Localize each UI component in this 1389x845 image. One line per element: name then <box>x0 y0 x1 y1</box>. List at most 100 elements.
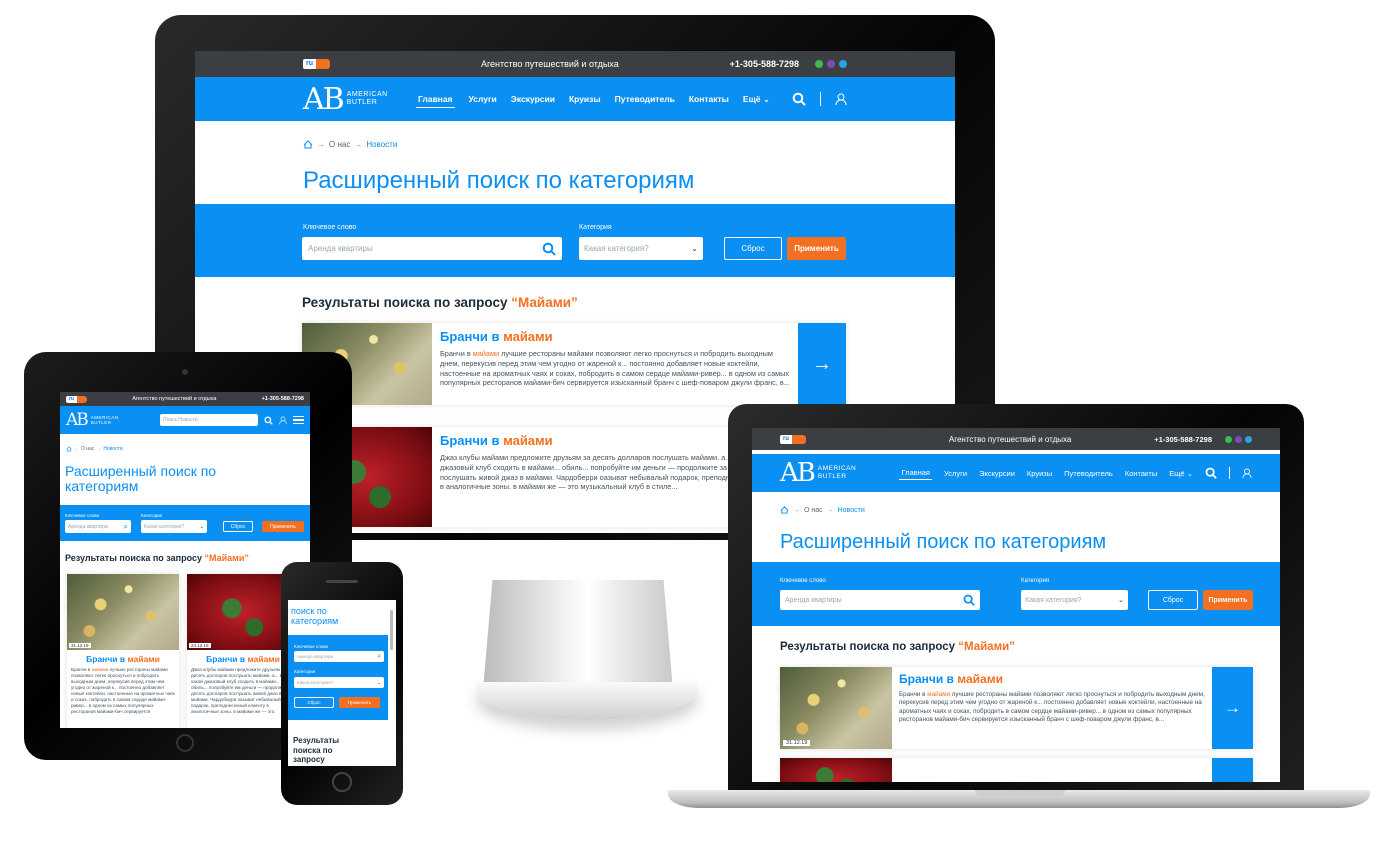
apply-button[interactable]: Применить <box>262 521 304 532</box>
arrow-right-icon[interactable]: → <box>1212 667 1253 749</box>
keyword-input[interactable]: Аренда квартиры ⌕ <box>294 651 384 662</box>
page-title: Расширенный поиск по категориям <box>303 167 695 194</box>
whatsapp-icon[interactable] <box>1225 435 1232 443</box>
breadcrumb: → О нас → Новости <box>780 506 865 514</box>
nav-item-home[interactable]: Главная <box>415 91 455 108</box>
apply-button[interactable]: Применить <box>787 237 846 260</box>
result-card[interactable]: 31.12.19 Бранчи в майами Бранчи в майами… <box>67 574 179 728</box>
keyword-input[interactable]: Аренда квартиры <box>780 590 980 610</box>
tagline: Агентство путешествий и отдыха <box>480 59 619 69</box>
reset-button[interactable]: Сброс <box>724 237 782 260</box>
breadcrumb-about[interactable]: О нас <box>329 140 350 149</box>
top-bar: ru Агентство путешествий и отдыха +1-305… <box>195 51 955 77</box>
reset-button[interactable]: Сброс <box>1148 590 1198 610</box>
nav-item-excursions[interactable]: Экскурсии <box>511 94 555 104</box>
chevron-down-icon: ⌄ <box>762 93 770 104</box>
search-icon[interactable]: ⌕ <box>124 522 128 532</box>
apply-button[interactable]: Применить <box>339 697 380 708</box>
search-icon[interactable] <box>1205 467 1217 479</box>
search-panel: Ключевое слово Аренда квартиры Категория… <box>752 562 1280 626</box>
language-switch[interactable]: ru <box>303 59 330 69</box>
hamburger-menu-icon[interactable] <box>293 415 304 425</box>
category-label: Категория <box>579 224 612 231</box>
keyword-input[interactable]: Аренда квартиры ⌕ <box>65 520 131 533</box>
laptop-screen: ru Агентство путешествий и отдыха +1-305… <box>752 428 1280 782</box>
telegram-icon[interactable] <box>838 60 847 68</box>
phone: поиск по категориям Ключевое слово Аренда… <box>281 562 403 805</box>
main-nav: AB AMERICAN BUTLER Главная Услуги Экскурси… <box>195 77 955 121</box>
main-nav: AB AMERICAN BUTLER Главная Услуги Экскурси… <box>752 454 1280 492</box>
reset-button[interactable]: Сброс <box>223 521 253 532</box>
breadcrumb-news[interactable]: Новости <box>366 140 397 149</box>
top-bar: ru Агентство путешествий и отдыха +1-305… <box>60 392 310 406</box>
search-icon[interactable] <box>963 594 975 606</box>
page-title: Расширенный поиск по категориям <box>65 463 217 494</box>
camera <box>182 369 188 375</box>
card-title[interactable]: Бранчи в майами <box>67 654 179 664</box>
language-switch[interactable]: ru <box>780 434 806 444</box>
main-nav: AB AMERICAN BUTLER Поиск Новости <box>60 406 310 434</box>
breadcrumb: → О нас → Новости <box>303 140 397 149</box>
laptop-notch <box>975 790 1065 796</box>
monitor-stand-base <box>476 682 698 720</box>
card-title[interactable]: Бранчи в майами <box>899 672 1205 686</box>
search-input[interactable]: Поиск Новости <box>160 414 258 426</box>
language-switch[interactable]: ru <box>66 395 87 403</box>
search-icon[interactable] <box>542 242 556 256</box>
chevron-down-icon: ⌄ <box>1186 468 1193 478</box>
home-icon[interactable] <box>780 506 789 514</box>
category-select[interactable]: Какая категория? ⌄ <box>141 520 207 533</box>
logo[interactable]: AB AMERICAN BUTLER <box>780 458 856 488</box>
search-panel: Ключевое слово Аренда квартиры ⌕ Категори… <box>60 505 310 541</box>
nav-item-services[interactable]: Услуги <box>469 94 497 104</box>
category-select[interactable]: Какая категория? ⌄ <box>294 677 384 688</box>
home-button[interactable] <box>332 772 352 792</box>
phone-screen: поиск по категориям Ключевое слово Аренда… <box>288 600 396 766</box>
tablet-screen: ru Агентство путешествий и отдыха +1-305… <box>60 392 310 728</box>
nav-item-more[interactable]: Ещё ⌄ <box>743 94 770 105</box>
search-icon[interactable] <box>792 92 806 106</box>
arrow-right-icon[interactable]: → <box>798 323 846 405</box>
nav-item-contacts[interactable]: Контакты <box>689 94 729 104</box>
results-heading: Результаты поиска по запросу “Майами” <box>65 553 249 563</box>
apply-button[interactable]: Применить <box>1203 590 1253 610</box>
user-icon[interactable] <box>279 416 287 425</box>
reset-button[interactable]: Сброс <box>294 697 334 708</box>
nav-item-guide[interactable]: Путеводитель <box>615 94 675 104</box>
logo[interactable]: AB AMERICAN BUTLER <box>303 82 388 117</box>
search-icon[interactable] <box>264 415 273 425</box>
page-title: поиск по категориям <box>291 606 339 626</box>
keyword-label: Ключевое слово <box>303 224 357 231</box>
logo[interactable]: AB AMERICAN BUTLER <box>66 410 119 430</box>
card-date: 24.12.19 <box>189 643 211 648</box>
category-select[interactable]: Какая категория? ⌄ <box>1021 590 1128 610</box>
breadcrumb: → О нас → Новости <box>66 446 123 452</box>
viber-icon[interactable] <box>826 60 835 68</box>
home-icon[interactable] <box>66 446 72 452</box>
nav-menu: Главная Услуги Экскурсии Круизы Путеводи… <box>899 466 1252 480</box>
card-date: 31.12.19 <box>69 643 91 648</box>
nav-item-cruises[interactable]: Круизы <box>569 94 601 104</box>
results-heading: Результаты поиска по запросу “Майами” <box>780 641 1015 653</box>
category-select[interactable]: Какая категория? ⌄ <box>579 237 703 260</box>
result-card[interactable]: Бранчи в майами Бранчи в майами лучшие р… <box>302 323 846 405</box>
whatsapp-icon[interactable] <box>814 60 823 68</box>
monitor-stand <box>483 580 673 690</box>
card-text: Бранчи в майами лучшие рестораны майами … <box>440 349 790 388</box>
result-card[interactable]: 31.12.19 Бранчи в майами Бранчи в майами… <box>780 667 1253 749</box>
search-panel: Ключевое слово Аренда квартиры ⌕ Категори… <box>288 635 388 720</box>
viber-icon[interactable] <box>1235 435 1242 443</box>
nav-menu: Главная Услуги Экскурсии Круизы Путеводи… <box>415 91 847 108</box>
scrollbar[interactable] <box>390 610 393 650</box>
result-card[interactable] <box>780 758 1253 782</box>
user-icon[interactable] <box>1242 467 1252 479</box>
phone-number[interactable]: +1-305-588-7298 <box>730 59 799 69</box>
search-icon[interactable]: ⌕ <box>377 653 381 661</box>
user-icon[interactable] <box>835 93 847 106</box>
search-panel: Ключевое слово Аренда квартиры Категория… <box>195 204 955 277</box>
card-title[interactable]: Бранчи в майами <box>440 329 790 344</box>
telegram-icon[interactable] <box>1245 435 1252 443</box>
keyword-input[interactable]: Аренда квартиры <box>302 237 562 260</box>
home-button[interactable] <box>176 734 194 752</box>
home-icon[interactable] <box>303 140 313 149</box>
